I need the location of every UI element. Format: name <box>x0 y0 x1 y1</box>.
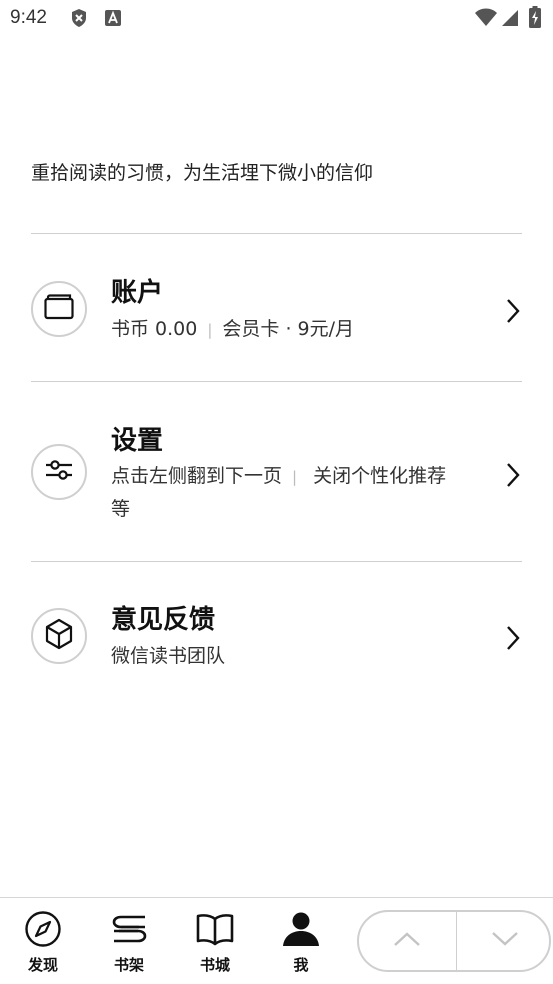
user-icon <box>271 910 331 948</box>
slogan-text: 重拾阅读的习惯，为生活埋下微小的信仰 <box>31 162 374 184</box>
nav-shelf-label: 书架 <box>113 956 144 974</box>
wallet-icon <box>44 294 74 324</box>
app-notification-icon <box>104 8 122 32</box>
chevron-down-icon <box>491 931 519 951</box>
wifi-icon <box>474 7 498 31</box>
settings-item[interactable]: 设置 点击左侧翻到下一页 | 关闭个性化推荐等 <box>0 382 553 560</box>
nav-me-label: 我 <box>293 956 309 974</box>
settings-option-personalization: 关闭个性化推荐 <box>313 465 447 487</box>
nav-store-label: 书城 <box>199 956 230 974</box>
chevron-right-icon <box>505 462 521 492</box>
chevron-right-icon <box>505 298 521 328</box>
page-navigation-pill <box>357 910 551 972</box>
sliders-icon <box>44 457 74 487</box>
feedback-item[interactable]: 意见反馈 微信读书团队 <box>0 562 553 692</box>
shield-icon <box>70 8 88 32</box>
separator: | <box>207 321 213 339</box>
membership-info: 会员卡 · 9元/月 <box>222 318 355 340</box>
feedback-title: 意见反馈 <box>111 605 216 635</box>
settings-title: 设置 <box>111 426 164 456</box>
page-down-button[interactable] <box>457 912 553 970</box>
feedback-subtitle: 微信读书团队 <box>111 645 226 667</box>
compass-icon <box>13 910 73 948</box>
account-icon-circle <box>31 281 87 337</box>
book-icon <box>185 910 245 948</box>
status-time: 9:42 <box>10 7 47 28</box>
settings-subtitle: 点击左侧翻到下一页 | 关闭个性化推荐等 <box>111 460 491 525</box>
nav-discover-label: 发现 <box>27 956 58 974</box>
nav-store[interactable]: 书城 <box>185 910 245 975</box>
page-up-button[interactable] <box>359 912 455 970</box>
chevron-right-icon <box>505 625 521 655</box>
feedback-icon-circle <box>31 608 87 664</box>
status-bar: 9:42 <box>0 0 553 40</box>
nav-shelf[interactable]: 书架 <box>99 910 159 975</box>
settings-icon-circle <box>31 444 87 500</box>
separator: | <box>292 468 298 486</box>
nav-discover[interactable]: 发现 <box>13 910 73 975</box>
chevron-up-icon <box>393 931 421 951</box>
account-item[interactable]: 账户 书币 0.00 | 会员卡 · 9元/月 <box>0 234 553 381</box>
account-title: 账户 <box>111 278 164 308</box>
bookshelf-icon <box>99 910 159 948</box>
settings-etc: 等 <box>111 498 131 520</box>
battery-icon <box>529 6 541 32</box>
cube-icon <box>44 618 74 654</box>
nav-me[interactable]: 我 <box>271 910 331 975</box>
signal-icon <box>501 7 519 31</box>
coin-balance: 书币 0.00 <box>111 318 198 340</box>
account-subtitle: 书币 0.00 | 会员卡 · 9元/月 <box>111 313 354 346</box>
bottom-nav-border <box>0 897 553 898</box>
settings-option-page-turn: 点击左侧翻到下一页 <box>111 465 283 487</box>
